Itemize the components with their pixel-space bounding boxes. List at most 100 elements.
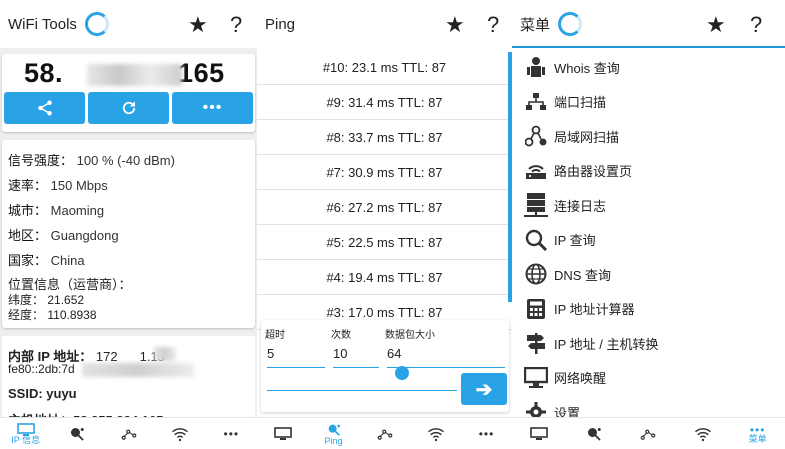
menu-item-lan-scan[interactable]: 局域网扫描 <box>512 119 785 154</box>
nav-traceroute[interactable] <box>621 418 676 449</box>
calculator-icon <box>524 297 548 321</box>
refresh-icon <box>122 101 135 115</box>
monitor-icon <box>273 426 292 440</box>
nav-traceroute[interactable] <box>359 418 410 449</box>
wifi-tools-panel: WiFi Tools ★ ? 58. 165 ••• 信号强度： 100 % (-… <box>0 0 257 449</box>
region-row: 地区： Guangdong <box>8 228 119 243</box>
network-port-icon <box>524 90 548 114</box>
list-item: #9: 31.4 ms TTL: 87 <box>257 85 512 120</box>
menu-item-dns-lookup[interactable]: DNS 查询 <box>512 257 785 292</box>
menu-item-router-settings[interactable]: 路由器设置页 <box>512 154 785 189</box>
public-ip-card: 58. 165 ••• <box>2 54 255 132</box>
nav-ip-info-label: IP 信息 <box>11 434 41 445</box>
count-input[interactable]: 10 <box>333 346 379 368</box>
ssid-row: SSID: yuyu <box>8 386 77 401</box>
wifi-icon <box>695 427 712 441</box>
redacted-ip <box>87 64 182 86</box>
bottom-nav-right: ••• 菜单 <box>512 417 785 449</box>
list-item: #4: 19.4 ms TTL: 87 <box>257 260 512 295</box>
refresh-button[interactable] <box>88 92 169 124</box>
share-button[interactable] <box>4 92 85 124</box>
ip-suffix: 165 <box>178 58 225 88</box>
nav-ping[interactable] <box>51 418 102 449</box>
nav-ip-info[interactable] <box>257 418 308 449</box>
packet-size-label: 数据包大小 <box>385 330 435 341</box>
search-icon <box>524 228 548 252</box>
ping-settings-form: 超时 次数 数据包大小 5 10 64 ➔ <box>261 320 509 412</box>
menu-item-ip-lookup[interactable]: IP 查询 <box>512 223 785 258</box>
whois-icon <box>524 55 548 79</box>
nav-more[interactable]: ••• <box>206 418 257 449</box>
ipv6-row: fe80::2db:7d <box>8 362 75 376</box>
monitor-icon <box>524 366 548 390</box>
loading-spinner-icon <box>84 12 109 36</box>
speed-row: 速率： 150 Mbps <box>8 178 108 193</box>
more-button[interactable]: ••• <box>172 92 253 124</box>
share-icon <box>37 100 52 116</box>
ping-appbar: Ping ★ ? <box>257 0 512 48</box>
ip-prefix: 58. <box>24 58 64 88</box>
star-icon[interactable]: ★ <box>706 12 726 38</box>
menu-item-port-scan[interactable]: 端口扫描 <box>512 85 785 120</box>
host-input[interactable] <box>267 390 457 391</box>
arrow-right-icon: ➔ <box>475 378 493 401</box>
bottom-nav-middle: Ping ••• <box>257 417 512 449</box>
list-item: #7: 30.9 ms TTL: 87 <box>257 155 512 190</box>
city-row: 城市： Maoming <box>8 203 105 218</box>
menu-item-ip-calculator[interactable]: IP 地址计算器 <box>512 292 785 327</box>
timeout-input[interactable]: 5 <box>267 346 325 368</box>
menu-item-connection-log[interactable]: 连接日志 <box>512 188 785 223</box>
signal-strength-row: 信号强度： 100 % (-40 dBm) <box>8 153 175 168</box>
ping-panel: Ping ★ ? #10: 23.1 ms TTL: 87 #9: 31.4 m… <box>257 0 512 449</box>
count-label: 次数 <box>331 330 351 341</box>
nav-wifi[interactable] <box>410 418 461 449</box>
loading-spinner-icon <box>558 12 583 36</box>
start-ping-button[interactable]: ➔ <box>461 373 507 405</box>
ping-results-list[interactable]: #10: 23.1 ms TTL: 87 #9: 31.4 ms TTL: 87… <box>257 50 512 330</box>
traceroute-icon <box>377 429 392 440</box>
menu-item-ip-host-convert[interactable]: IP 地址 / 主机转换 <box>512 326 785 361</box>
star-icon[interactable]: ★ <box>188 12 208 38</box>
packet-size-input[interactable]: 64 <box>387 346 505 368</box>
more-icon: ••• <box>223 426 240 441</box>
list-item: #8: 33.7 ms TTL: 87 <box>257 120 512 155</box>
redacted-internal-ip <box>154 347 176 361</box>
wifi-icon <box>427 427 444 441</box>
help-icon[interactable]: ? <box>230 12 242 38</box>
appbar-divider <box>512 46 785 48</box>
nav-menu[interactable]: ••• 菜单 <box>730 418 785 449</box>
country-row: 国家： China <box>8 253 85 268</box>
menu-appbar: 菜单 ★ ? <box>512 0 785 48</box>
monitor-icon <box>530 426 549 440</box>
wifi-icon <box>171 427 188 441</box>
signpost-icon <box>524 331 548 355</box>
server-log-icon <box>524 193 548 218</box>
router-icon <box>524 159 548 183</box>
help-icon[interactable]: ? <box>487 12 499 38</box>
list-item: #6: 27.2 ms TTL: 87 <box>257 190 512 225</box>
nav-ping[interactable] <box>567 418 622 449</box>
redacted-ipv6 <box>82 363 194 377</box>
text-cursor-handle[interactable] <box>395 366 409 380</box>
page-title: Ping <box>265 15 296 33</box>
menu-list: Whois 查询 端口扫描 局域网扫描 路由器设置页 连接日志 IP 查询 DN… <box>512 50 785 430</box>
more-icon: ••• <box>478 426 495 441</box>
menu-panel: 菜单 ★ ? Whois 查询 端口扫描 局域网扫描 路由器设置页 连接日志 I… <box>512 0 785 449</box>
star-icon[interactable]: ★ <box>445 12 465 38</box>
nav-ip-info[interactable] <box>512 418 567 449</box>
nav-wifi[interactable] <box>676 418 731 449</box>
nav-more[interactable]: ••• <box>461 418 512 449</box>
list-item: #5: 22.5 ms TTL: 87 <box>257 225 512 260</box>
nav-traceroute[interactable] <box>103 418 154 449</box>
menu-item-whois[interactable]: Whois 查询 <box>512 50 785 85</box>
nav-wifi[interactable] <box>154 418 205 449</box>
help-icon[interactable]: ? <box>750 12 762 38</box>
page-title: 菜单 <box>520 16 551 34</box>
nav-ping[interactable]: Ping <box>308 418 359 449</box>
menu-item-wake-on-lan[interactable]: 网络唤醒 <box>512 361 785 396</box>
bottom-nav-left: IP 信息 ••• <box>0 417 257 449</box>
globe-icon <box>524 262 548 286</box>
nav-ip-info[interactable]: IP 信息 <box>0 418 51 449</box>
lan-scan-icon <box>524 124 548 148</box>
nav-menu-label: 菜单 <box>748 433 767 444</box>
